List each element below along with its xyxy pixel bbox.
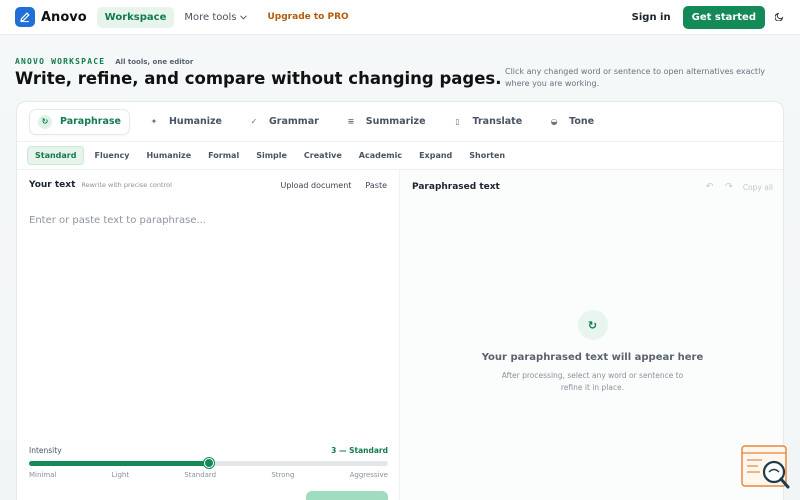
lines-icon: ≡ [347,117,355,126]
chevron-down-icon [240,13,248,22]
intensity-ticks: Minimal Light Standard Strong Aggressive [29,471,388,479]
refresh-icon: ↻ [577,310,608,340]
input-pane-actions: Upload document Paste [266,181,387,190]
mode-academic[interactable]: Academic [352,147,409,164]
tab-humanize[interactable]: ✦ Humanize [139,110,230,134]
copy-all-button[interactable]: Copy all [743,183,773,192]
intensity-value: 3 — Standard [331,446,388,455]
tab-translate[interactable]: ▯ Translate [443,110,531,134]
mode-humanize[interactable]: Humanize [139,147,198,164]
intensity-slider[interactable] [29,458,388,468]
pen-icon[interactable] [15,7,35,27]
upgrade-pro-link[interactable]: Upgrade to PRO [267,12,348,22]
upload-document-button[interactable]: Upload document [280,181,351,190]
tab-grammar[interactable]: ✓ Grammar [239,110,327,134]
tab-tone[interactable]: ◒ Tone [539,110,602,134]
text-input-area[interactable]: Enter or paste text to paraphrase... [29,215,389,226]
tab-label: Translate [472,116,523,127]
intensity-header: Intensity 3 — Standard [29,446,388,455]
mode-standard[interactable]: Standard [27,146,85,165]
input-pane-header: Your text Rewrite with precise control U… [17,170,399,200]
intensity-tick: Standard [184,471,217,479]
input-pane: Your text Rewrite with precise control U… [17,170,400,500]
top-navbar: Anovo Workspace More tools Upgrade to PR… [0,0,800,35]
paraphrase-submit-button[interactable] [306,491,388,500]
mode-selector: Standard Fluency Humanize Formal Simple … [17,142,783,170]
nav-more-tools[interactable]: More tools [184,11,248,23]
tab-paraphrase[interactable]: ↻ Paraphrase [29,108,130,135]
document-icon: ▯ [455,117,460,126]
hero-hint: Click any changed word or sentence to op… [505,67,766,88]
more-tools-label: More tools [184,11,237,23]
input-pane-subtitle: Rewrite with precise control [81,181,172,189]
tab-label: Grammar [269,116,319,127]
check-icon: ✓ [250,117,258,126]
output-pane-title: Paraphrased text [412,182,500,192]
editor-panes: Your text Rewrite with precise control U… [17,170,783,500]
empty-state-title: Your paraphrased text will appear here [481,352,704,363]
paraphrase-icon: ↻ [38,114,52,129]
get-started-button[interactable]: Get started [682,5,765,29]
tab-label: Humanize [168,116,222,127]
undo-icon[interactable]: ↶ [706,182,714,192]
mode-shorten[interactable]: Shorten [462,147,512,164]
intensity-label: Intensity [29,446,62,455]
input-pane-title: Your text [29,180,76,190]
hero-kicker-sub: All tools, one editor [115,58,194,66]
nav-workspace-tab[interactable]: Workspace [96,6,175,28]
intensity-tick: Minimal [29,471,57,479]
intensity-slider-thumb[interactable] [203,458,214,468]
intensity-slider-fill [29,461,209,466]
intensity-tick: Aggressive [349,471,388,479]
sparkle-icon: ✦ [150,117,158,126]
tab-summarize[interactable]: ≡ Summarize [336,110,434,134]
hero-kicker: ANOVO WORKSPACE [15,57,106,66]
hero-eyebrow: ANOVO WORKSPACE All tools, one editor [15,57,193,66]
editor-card: ↻ Paraphrase ✦ Humanize ✓ Grammar ≡ Summ… [16,101,784,500]
empty-state-description: After processing, select any word or sen… [501,371,684,392]
mode-simple[interactable]: Simple [249,147,294,164]
tool-tabs: ↻ Paraphrase ✦ Humanize ✓ Grammar ≡ Summ… [17,102,783,142]
page-title: Write, refine, and compare without chang… [15,69,502,88]
mode-fluency[interactable]: Fluency [87,147,136,164]
tone-icon: ◒ [550,117,558,126]
output-pane-actions: ↶ ↷ Copy all [694,182,773,192]
tab-label: Summarize [365,116,426,127]
tab-label: Paraphrase [60,116,121,127]
redo-icon[interactable]: ↷ [725,182,733,192]
intensity-tick: Light [111,471,130,479]
intensity-tick: Strong [271,471,295,479]
moon-icon[interactable] [774,11,785,24]
help-search-icon[interactable] [740,445,792,490]
intensity-control: Intensity 3 — Standard Minimal Light Sta… [29,446,388,479]
paste-button[interactable]: Paste [365,181,387,190]
output-empty-state: ↻ Your paraphrased text will appear here… [400,310,783,394]
sign-in-link[interactable]: Sign in [632,12,671,23]
brand-name[interactable]: Anovo [41,10,87,25]
mode-formal[interactable]: Formal [201,147,246,164]
output-pane: Paraphrased text ↶ ↷ Copy all ↻ Your par… [400,170,783,500]
mode-creative[interactable]: Creative [297,147,349,164]
nav-right-group: Sign in Get started [632,5,785,29]
mode-expand[interactable]: Expand [412,147,459,164]
output-pane-header: Paraphrased text ↶ ↷ Copy all [400,170,783,204]
tab-label: Tone [569,116,595,127]
